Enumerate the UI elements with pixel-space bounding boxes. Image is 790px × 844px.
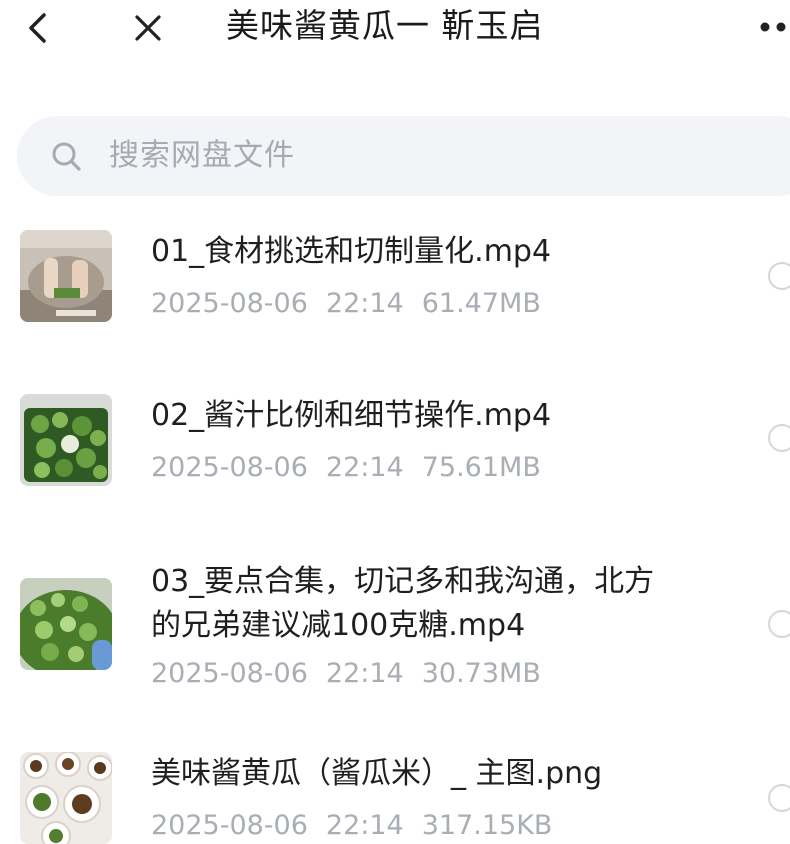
file-size: 30.73MB: [421, 658, 541, 689]
video-thumbnail: [20, 578, 112, 670]
file-meta: 2025-08-06 22:14 75.61MB: [151, 450, 559, 486]
file-meta: 2025-08-06 22:14 61.47MB: [151, 286, 559, 322]
image-thumbnail: [20, 752, 112, 844]
file-name: 02_酱汁比例和细节操作.mp4: [151, 398, 552, 433]
file-time: 22:14: [325, 452, 404, 483]
search-input[interactable]: 搜索网盘文件: [17, 116, 790, 196]
top-bar: 美味酱黄瓜一 靳玉启: [0, 0, 790, 70]
select-radio[interactable]: [768, 784, 790, 812]
close-button[interactable]: [128, 8, 168, 48]
file-time: 22:14: [325, 288, 404, 319]
file-name-line: 03_要点合集，切记多和我沟通，北方: [151, 564, 655, 599]
video-thumbnail: [20, 394, 112, 486]
file-size: 61.47MB: [421, 288, 541, 319]
back-button[interactable]: [20, 8, 60, 48]
file-meta: 2025-08-06 22:14 317.15KB: [151, 808, 570, 844]
search-placeholder: 搜索网盘文件: [109, 138, 295, 173]
close-icon: [135, 15, 161, 41]
file-meta: 2025-08-06 22:14 30.73MB: [151, 656, 559, 692]
select-radio[interactable]: [768, 610, 790, 638]
file-date: 2025-08-06: [151, 452, 308, 483]
file-row[interactable]: 美味酱黄瓜（酱瓜米）_ 主图.png 2025-08-06 22:14 317.15…: [0, 742, 790, 844]
file-date: 2025-08-06: [151, 810, 308, 841]
file-date: 2025-08-06: [151, 658, 308, 689]
chevron-left-icon: [29, 13, 46, 43]
video-thumbnail: [20, 230, 112, 322]
file-name-line: 的兄弟建议减100克糖.mp4: [151, 608, 526, 643]
file-row[interactable]: 01_食材挑选和切制量化.mp4 2025-08-06 22:14 61.47MB: [0, 222, 790, 332]
file-name: 美味酱黄瓜（酱瓜米）_ 主图.png: [151, 756, 603, 791]
file-time: 22:14: [325, 658, 404, 689]
more-button[interactable]: [758, 14, 790, 40]
page-title: 美味酱黄瓜一 靳玉启: [226, 6, 544, 45]
file-size: 317.15KB: [421, 810, 553, 841]
file-time: 22:14: [325, 810, 404, 841]
search-icon: [52, 142, 81, 171]
file-row[interactable]: 02_酱汁比例和细节操作.mp4 2025-08-06 22:14 75.61MB: [0, 386, 790, 496]
file-size: 75.61MB: [421, 452, 541, 483]
file-name: 01_食材挑选和切制量化.mp4: [151, 234, 552, 269]
select-radio[interactable]: [768, 424, 790, 452]
file-row[interactable]: 03_要点合集，切记多和我沟通，北方 的兄弟建议减100克糖.mp4 2025-…: [0, 554, 790, 704]
select-radio[interactable]: [768, 262, 790, 290]
more-dots-icon: [760, 22, 786, 32]
file-date: 2025-08-06: [151, 288, 308, 319]
